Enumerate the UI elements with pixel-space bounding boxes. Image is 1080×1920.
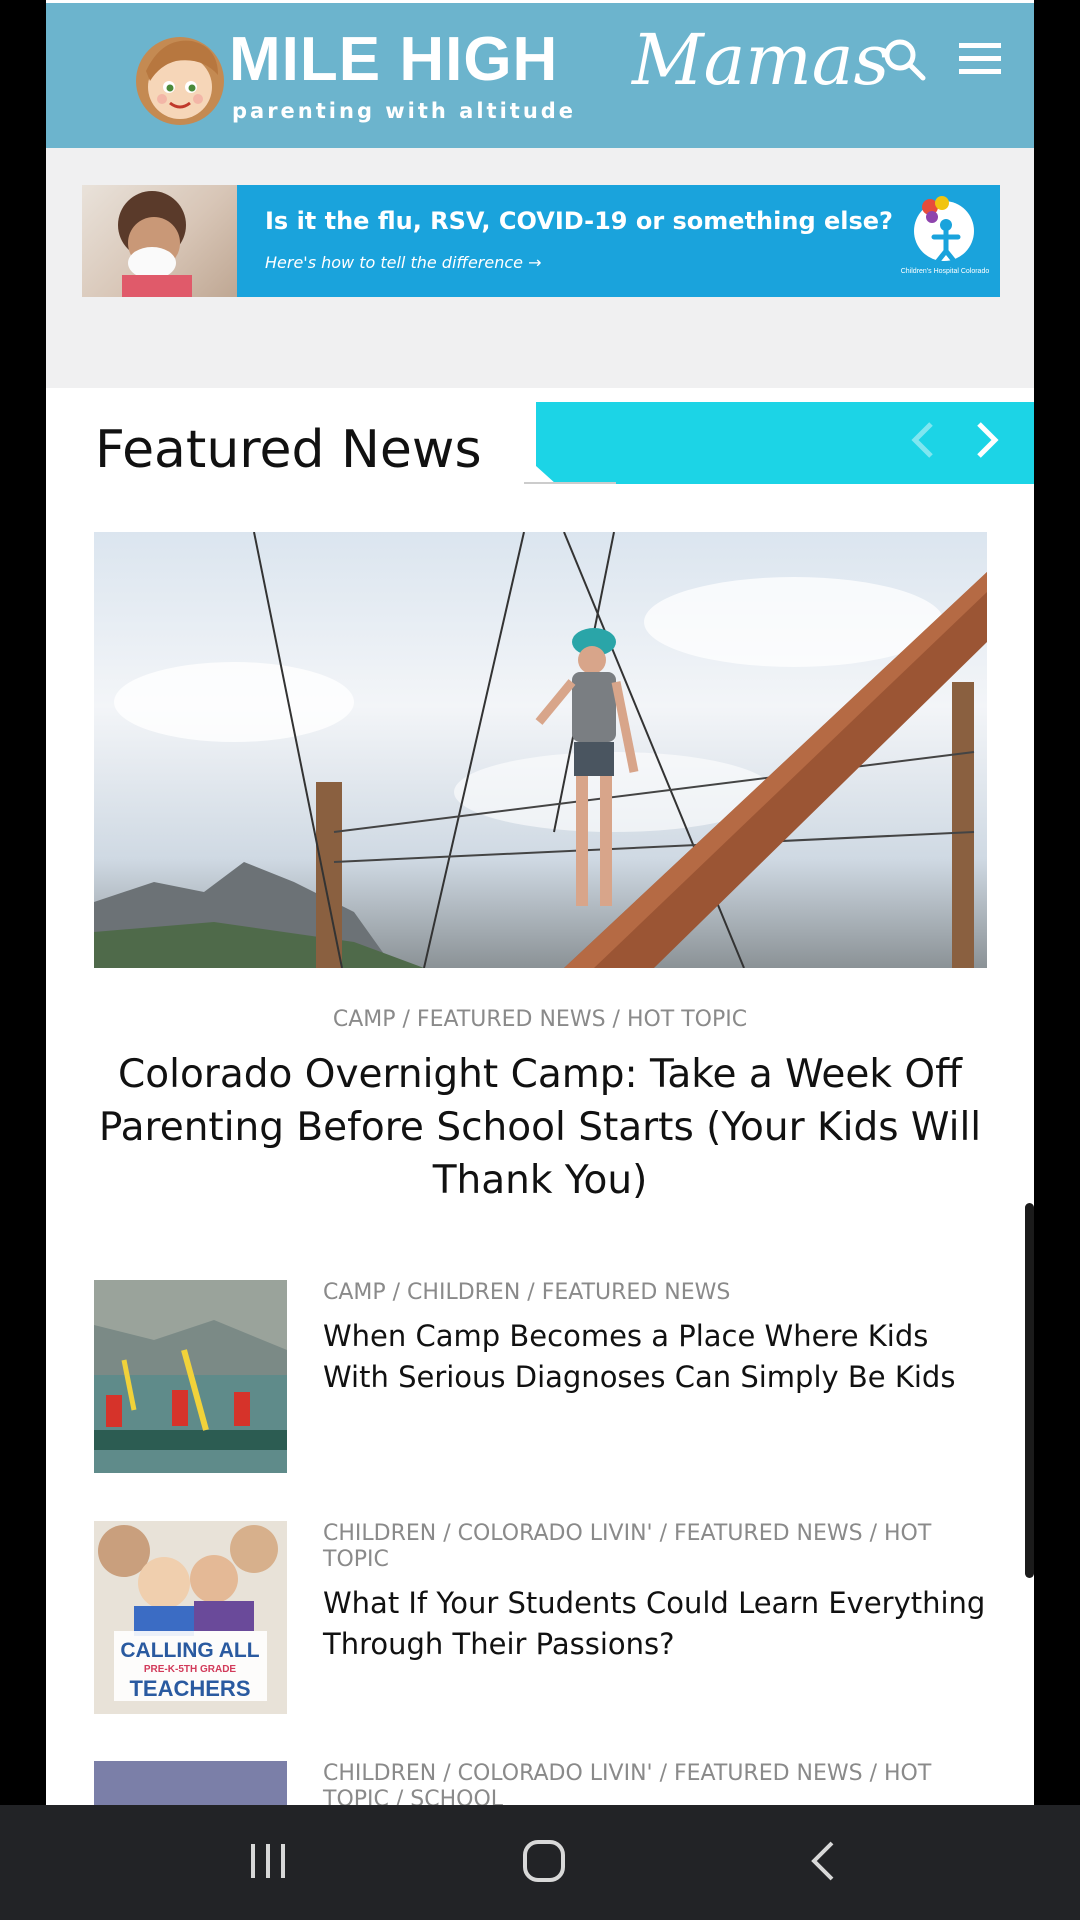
article-title[interactable]: When Camp Becomes a Place Where Kids Wit… [323, 1316, 989, 1398]
teachers-promo-image: CALLING ALL PRE-K-5TH GRADE TEACHERS [94, 1521, 287, 1714]
list-item[interactable]: CHILDREN / COLORADO LIVIN' / FEATURED NE… [94, 1761, 989, 1805]
thumb-text-calling: CALLING ALL [120, 1639, 259, 1662]
hero-categories[interactable]: CAMP / FEATURED NEWS / HOT TOPIC [46, 1007, 1034, 1032]
ad-photo [82, 185, 237, 297]
featured-accent-band [536, 402, 1034, 484]
hero-article-image[interactable] [94, 532, 987, 968]
back-icon [811, 1841, 834, 1881]
article-title[interactable]: What If Your Students Could Learn Everyt… [323, 1583, 989, 1665]
recent-apps-icon [251, 1844, 285, 1878]
article-thumbnail[interactable] [94, 1761, 287, 1805]
thumb-text-teachers: TEACHERS [129, 1676, 250, 1701]
phone-screen: MILE HIGH Mamas parenting with altitude [0, 0, 1080, 1920]
list-item[interactable]: CAMP / CHILDREN / FEATURED NEWS When Cam… [94, 1280, 989, 1473]
home-button[interactable] [504, 1829, 584, 1893]
search-icon [884, 39, 926, 81]
logo-wordmark: MILE HIGH [229, 25, 559, 94]
ropes-course-photo [94, 532, 987, 968]
hamburger-menu-icon [959, 43, 1001, 74]
search-button[interactable] [876, 31, 932, 87]
scroll-indicator[interactable] [1025, 1203, 1034, 1578]
logo-script: Mamas [632, 19, 890, 101]
ad-banner[interactable]: Is it the flu, RSV, COVID-19 or somethin… [82, 185, 1000, 297]
hero-article-title[interactable]: Colorado Overnight Camp: Take a Week Off… [86, 1048, 994, 1207]
article-categories[interactable]: CHILDREN / COLORADO LIVIN' / FEATURED NE… [323, 1761, 989, 1805]
article-thumbnail[interactable]: CALLING ALL PRE-K-5TH GRADE TEACHERS [94, 1521, 287, 1714]
list-item[interactable]: CALLING ALL PRE-K-5TH GRADE TEACHERS CHI… [94, 1521, 989, 1714]
featured-news-title: Featured News [95, 420, 482, 480]
featured-divider [524, 482, 616, 484]
thumb-text-grade: PRE-K-5TH GRADE [144, 1664, 237, 1675]
system-navigation-bar [0, 1805, 1080, 1920]
ad-subline: Here's how to tell the difference → [265, 253, 542, 272]
chevron-right-icon [977, 422, 999, 458]
ad-headline: Is it the flu, RSV, COVID-19 or somethin… [265, 207, 893, 235]
back-button[interactable] [782, 1829, 862, 1893]
recent-apps-button[interactable] [228, 1829, 308, 1893]
article-categories[interactable]: CHILDREN / COLORADO LIVIN' / FEATURED NE… [323, 1521, 989, 1573]
article-thumbnail[interactable] [94, 1280, 287, 1473]
logo-tagline: parenting with altitude [232, 99, 577, 123]
carousel-next-button[interactable] [962, 412, 1012, 468]
article-categories[interactable]: CAMP / CHILDREN / FEATURED NEWS [323, 1280, 989, 1306]
menu-button[interactable] [952, 31, 1008, 87]
browser-viewport[interactable]: MILE HIGH Mamas parenting with altitude [46, 0, 1034, 1805]
mama-avatar-logo [136, 37, 224, 125]
site-logo[interactable]: MILE HIGH Mamas parenting with altitude [132, 25, 889, 135]
site-header: MILE HIGH Mamas parenting with altitude [46, 3, 1034, 148]
ad-sponsor: Children's Hospital Colorado [900, 268, 990, 275]
chevron-left-icon [911, 422, 933, 458]
home-icon [523, 1840, 565, 1882]
carousel-prev-button[interactable] [898, 412, 948, 468]
kayak-photo [94, 1280, 287, 1473]
